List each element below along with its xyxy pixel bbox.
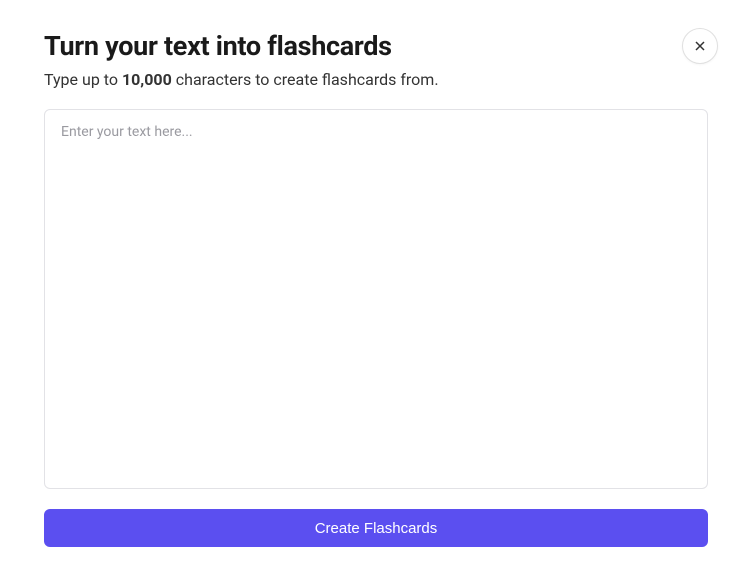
char-limit: 10,000: [122, 70, 172, 89]
subtitle-prefix: Type up to: [44, 70, 122, 89]
subtitle-suffix: characters to create flashcards from.: [172, 70, 439, 89]
close-icon: [692, 38, 708, 54]
text-input-container: [44, 109, 708, 493]
page-subtitle: Type up to 10,000 characters to create f…: [44, 70, 658, 89]
modal-header: Turn your text into flashcards Type up t…: [44, 30, 708, 89]
create-flashcards-button[interactable]: Create Flashcards: [44, 509, 708, 547]
close-button[interactable]: [682, 28, 718, 64]
page-title: Turn your text into flashcards: [44, 30, 658, 62]
flashcard-text-input[interactable]: [44, 109, 708, 489]
